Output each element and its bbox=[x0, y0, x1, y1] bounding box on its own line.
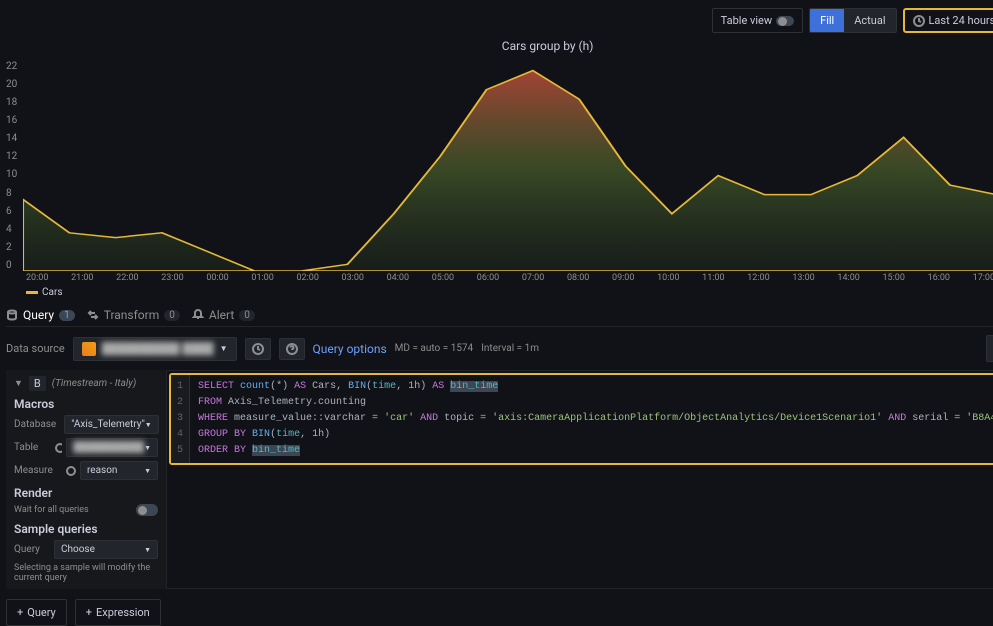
chart-title: Cars group by (h) bbox=[6, 39, 993, 53]
fill-actual-toggle[interactable]: Fill Actual bbox=[809, 8, 896, 33]
query-options-link[interactable]: Query options bbox=[313, 342, 387, 356]
x-axis: 20:0021:0022:0023:0000:0001:0002:0003:00… bbox=[6, 273, 993, 283]
top-toolbar: Table view Fill Actual Last 24 hours ▼ bbox=[6, 8, 993, 33]
chart-plot bbox=[23, 61, 993, 271]
y-axis: 2220181614121086420 bbox=[6, 61, 23, 271]
add-expression-button[interactable]: + Expression bbox=[75, 599, 161, 626]
query-source-hint: (Timestream - Italy) bbox=[52, 378, 136, 389]
wait-toggle[interactable] bbox=[136, 504, 158, 516]
sample-hint: Selecting a sample will modify the curre… bbox=[14, 563, 158, 583]
actual-option[interactable]: Actual bbox=[844, 9, 895, 32]
fill-option[interactable]: Fill bbox=[810, 9, 844, 32]
datasource-label: Data source bbox=[6, 342, 65, 355]
sample-query-select[interactable]: Choose▼ bbox=[54, 540, 158, 559]
bell-icon bbox=[192, 309, 204, 321]
collapse-icon[interactable]: ▼ bbox=[14, 378, 23, 389]
datasource-select[interactable]: ██████████ ████ ▼ bbox=[73, 337, 237, 361]
wait-label: Wait for all queries bbox=[14, 505, 89, 515]
chart-area: 2220181614121086420 bbox=[6, 61, 993, 271]
table-label: Table bbox=[14, 442, 51, 453]
tab-query[interactable]: Query 1 bbox=[6, 308, 75, 322]
datasource-settings-button[interactable] bbox=[245, 338, 271, 360]
datasource-help-button[interactable] bbox=[279, 338, 305, 360]
editor-area: 12345 SELECT count(*) AS Cars, BIN(time,… bbox=[166, 370, 993, 589]
render-title: Render bbox=[14, 486, 158, 500]
measure-label: Measure bbox=[14, 465, 62, 476]
chart-legend: Cars bbox=[6, 287, 993, 298]
interval-meta: Interval = 1m bbox=[481, 343, 539, 354]
md-meta: MD = auto = 1574 bbox=[395, 343, 474, 354]
table-select[interactable]: ██████████▼ bbox=[66, 438, 158, 457]
database-select[interactable]: "Axis_Telemetry"▼ bbox=[64, 415, 159, 434]
query-inspector-button[interactable]: Query inspector bbox=[986, 335, 993, 362]
history-icon bbox=[252, 343, 264, 355]
tab-transform[interactable]: Transform 0 bbox=[87, 308, 180, 322]
query-tabs: Query 1 Transform 0 Alert 0 bbox=[6, 308, 993, 327]
transform-icon bbox=[87, 309, 99, 321]
table-view-toggle[interactable]: Table view bbox=[712, 8, 803, 33]
samples-title: Sample queries bbox=[14, 522, 158, 536]
legend-swatch bbox=[26, 291, 38, 294]
sample-query-label: Query bbox=[14, 544, 50, 555]
info-icon bbox=[66, 466, 76, 476]
database-label: Database bbox=[14, 419, 56, 430]
database-icon bbox=[6, 309, 18, 321]
datasource-row: Data source ██████████ ████ ▼ Query opti… bbox=[6, 335, 993, 362]
tab-alert[interactable]: Alert 0 bbox=[192, 308, 255, 322]
measure-select[interactable]: reason▼ bbox=[80, 461, 158, 480]
question-icon bbox=[286, 343, 298, 355]
add-query-button[interactable]: + Query bbox=[6, 599, 67, 626]
query-letter: B bbox=[29, 376, 46, 391]
macros-title: Macros bbox=[14, 397, 158, 411]
info-icon bbox=[55, 443, 63, 453]
sql-editor[interactable]: 12345 SELECT count(*) AS Cars, BIN(time,… bbox=[169, 373, 993, 465]
editor-sidebar: ▼ B (Timestream - Italy) Macros Database… bbox=[6, 370, 166, 589]
time-range-picker[interactable]: Last 24 hours ▼ bbox=[903, 8, 993, 33]
clock-icon bbox=[913, 15, 925, 27]
